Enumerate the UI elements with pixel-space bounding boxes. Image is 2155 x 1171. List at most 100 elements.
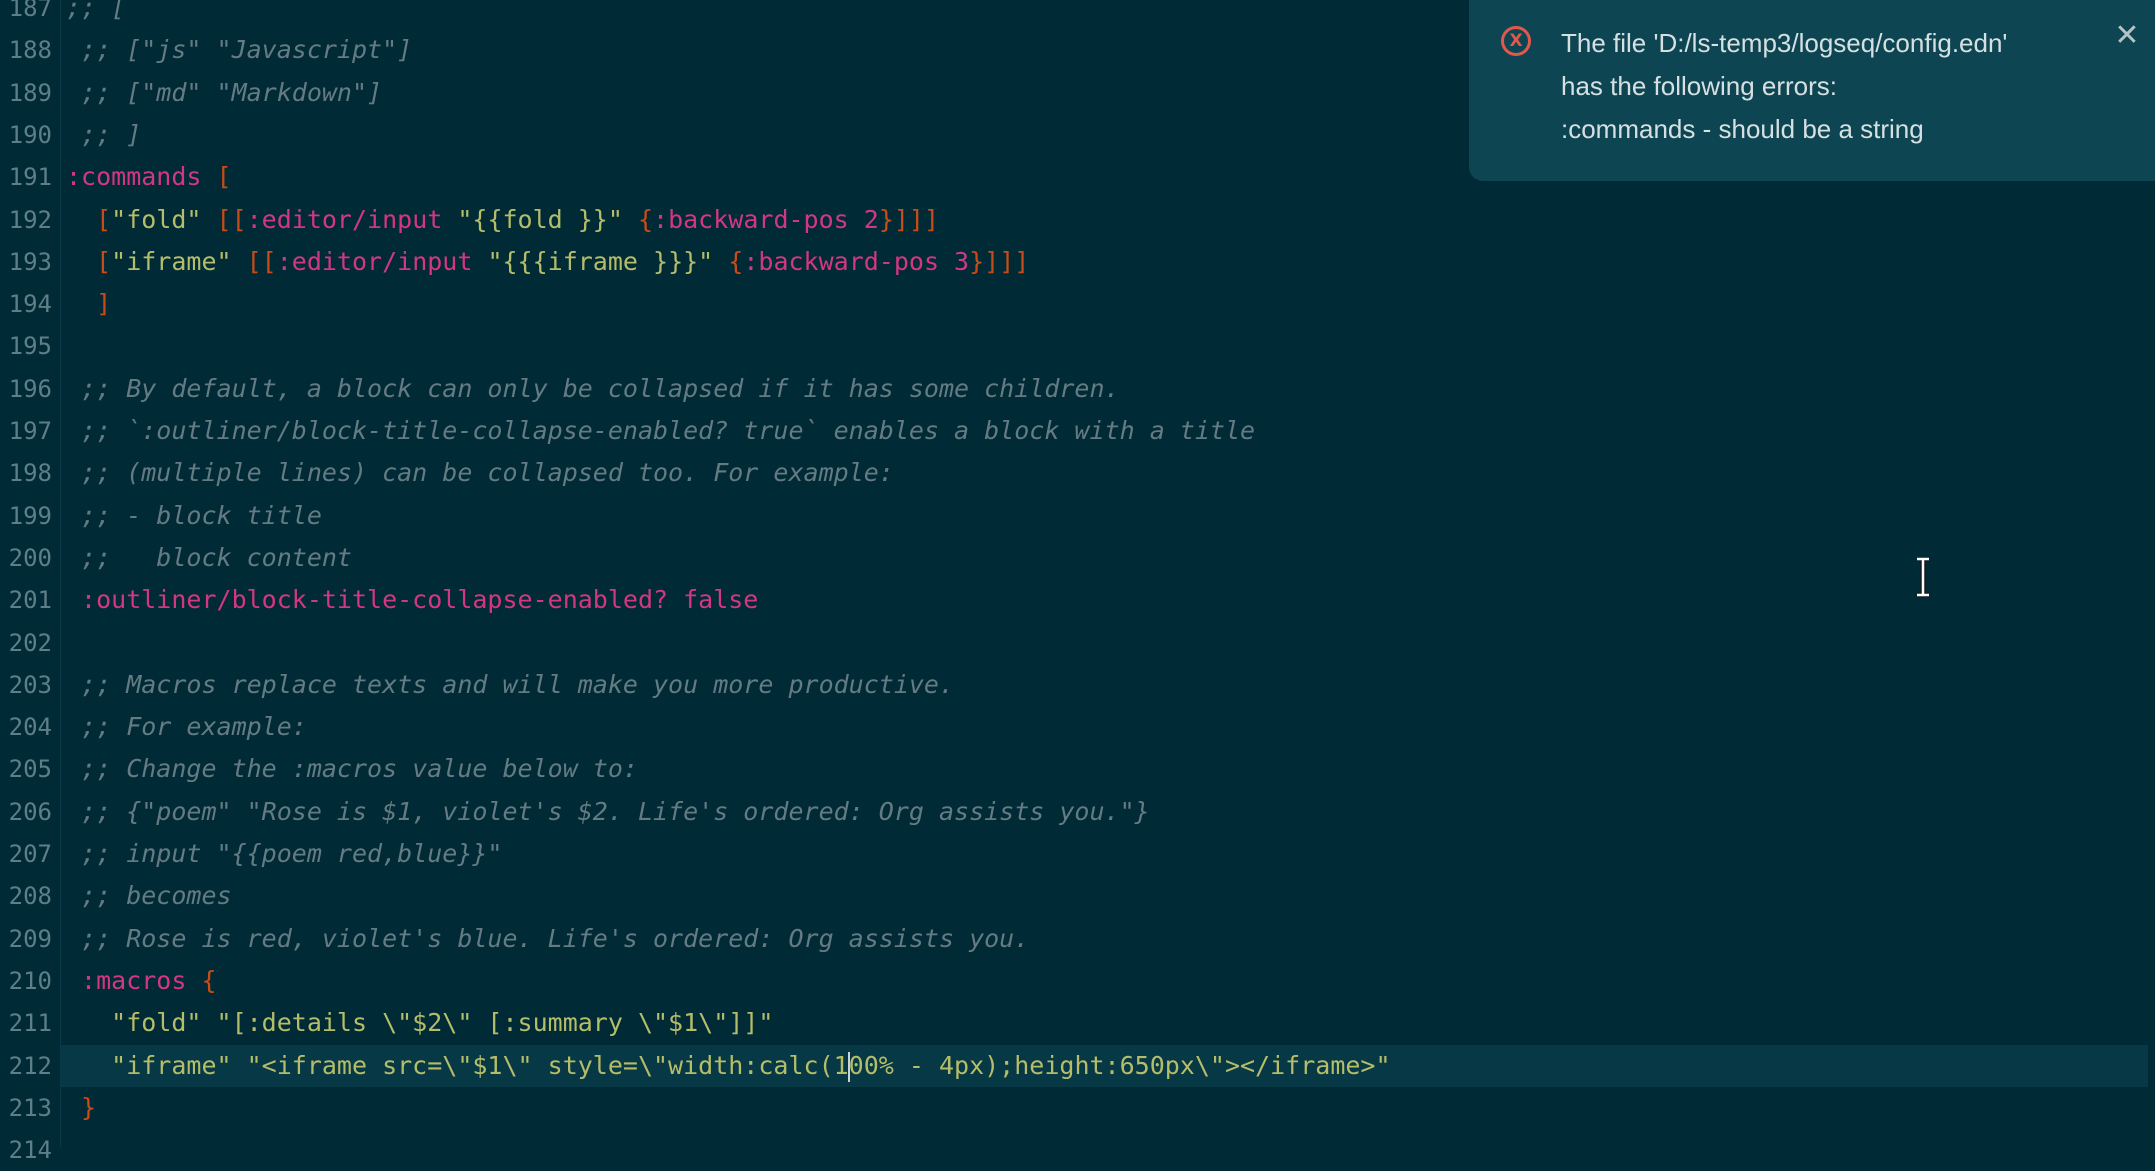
line-number: 201 — [8, 586, 52, 615]
code-line[interactable]: 200 ;; block content — [0, 537, 2148, 579]
code-token: { — [201, 965, 217, 995]
line-number: 208 — [8, 882, 52, 911]
code-token: :backward-pos 2 — [653, 204, 879, 234]
code-token: "iframe" — [111, 246, 247, 276]
line-number: 194 — [8, 290, 52, 319]
code-token: ] — [66, 289, 112, 319]
code-line[interactable]: 213 } — [0, 1087, 2148, 1129]
code-line[interactable]: 205 ;; Change the :macros value below to… — [0, 748, 2148, 790]
code-line[interactable]: 193 ["iframe" [[:editor/input "{{{iframe… — [0, 241, 2148, 283]
line-highlight — [61, 1087, 2148, 1129]
line-code[interactable]: ["iframe" [[:editor/input "{{{iframe }}}… — [66, 241, 1029, 283]
line-number: 213 — [8, 1093, 52, 1122]
code-token: } — [66, 1092, 97, 1122]
line-highlight — [61, 283, 2148, 325]
code-token: }]]] — [878, 204, 940, 234]
line-code[interactable]: :commands [ — [66, 156, 232, 198]
notification-line-errors: has the following errors: — [1561, 71, 1838, 101]
code-line[interactable]: 212 "iframe" "<iframe src=\"$1\" style=\… — [0, 1044, 2148, 1087]
code-token: ;; ["md" "Markdown"] — [66, 77, 383, 107]
line-number: 192 — [8, 205, 52, 234]
line-code[interactable]: ;; `:outliner/block-title-collapse-enabl… — [66, 410, 1255, 452]
code-token: { — [728, 246, 744, 276]
code-token: ;; By default, a block can only be colla… — [66, 373, 1120, 403]
line-code[interactable]: ;; Change the :macros value below to: — [66, 748, 638, 790]
code-token: ;; `:outliner/block-title-collapse-enabl… — [66, 416, 1256, 445]
code-token: :backward-pos 3 — [743, 246, 970, 276]
line-code[interactable]: ;; ["js" "Javascript"] — [66, 29, 412, 71]
code-line[interactable]: 214 — [0, 1129, 2148, 1171]
close-icon[interactable]: ✕ — [2109, 18, 2145, 54]
code-token: :macros — [66, 965, 202, 995]
code-line[interactable]: 194 ] — [0, 283, 2148, 325]
code-line[interactable]: 203 ;; Macros replace texts and will mak… — [0, 664, 2148, 706]
line-code[interactable]: ;; For example: — [66, 706, 307, 748]
code-token: ;; [ — [66, 0, 127, 22]
line-code[interactable]: :outliner/block-title-collapse-enabled? … — [66, 579, 758, 621]
line-number: 189 — [8, 78, 52, 107]
line-code[interactable]: ;; Macros replace texts and will make yo… — [66, 664, 954, 706]
code-line[interactable]: 201 :outliner/block-title-collapse-enabl… — [0, 579, 2148, 621]
code-line[interactable]: 210 :macros { — [0, 960, 2148, 1002]
line-number: 211 — [8, 1009, 52, 1038]
line-code[interactable]: ;; becomes — [66, 875, 232, 917]
line-number: 207 — [8, 840, 52, 868]
line-code[interactable]: ;; By default, a block can only be colla… — [66, 368, 1120, 410]
line-code[interactable]: "fold" "[:details \"$2\" [:summary \"$1\… — [66, 1002, 773, 1044]
code-line[interactable]: 195 — [0, 325, 2148, 367]
line-number: 198 — [8, 459, 52, 488]
code-line[interactable]: 198 ;; (multiple lines) can be collapsed… — [0, 452, 2148, 494]
line-code[interactable]: ;; (multiple lines) can be collapsed too… — [66, 452, 894, 494]
notification-line-file: The file 'D:/ls-temp3/logseq/config.edn' — [1561, 28, 2008, 58]
code-token: { — [637, 204, 654, 234]
code-token: "fold" — [111, 204, 217, 234]
code-line[interactable]: 209 ;; Rose is red, violet's blue. Life'… — [0, 918, 2148, 960]
code-line[interactable]: 197 ;; `:outliner/block-title-collapse-e… — [0, 410, 2148, 452]
line-number: 210 — [8, 966, 52, 995]
line-code[interactable]: ;; [ — [66, 0, 126, 29]
text-cursor-icon — [1917, 557, 1929, 597]
code-line[interactable]: 202 — [0, 622, 2148, 664]
code-line[interactable]: 192 ["fold" [[:editor/input "{{fold }}" … — [0, 199, 2148, 241]
code-token: :outliner/block-title-collapse-enabled? … — [66, 585, 759, 615]
line-number: 214 — [8, 1136, 52, 1165]
line-code[interactable]: "iframe" "<iframe src=\"$1\" style=\"wid… — [66, 1045, 1391, 1087]
code-line[interactable]: 204 ;; For example: — [0, 706, 2148, 748]
code-line[interactable]: 211 "fold" "[:details \"$2\" [:summary \… — [0, 1002, 2148, 1044]
code-line[interactable]: 206 ;; {"poem" "Rose is $1, violet's $2.… — [0, 791, 2148, 833]
line-number: 193 — [8, 247, 52, 276]
code-token: :commands — [66, 162, 217, 192]
line-highlight — [61, 875, 2148, 917]
line-number: 196 — [8, 374, 52, 403]
line-code[interactable]: ;; - block title — [66, 495, 322, 537]
line-code[interactable]: ;; Rose is red, violet's blue. Life's or… — [66, 918, 1029, 960]
line-code[interactable]: ] — [66, 283, 111, 325]
line-code[interactable]: ;; input "{{poem red,blue}}" — [66, 833, 502, 875]
line-code[interactable]: :macros { — [66, 960, 217, 1002]
line-code[interactable]: ["fold" [[:editor/input "{{fold }}" {:ba… — [66, 199, 939, 241]
line-code[interactable]: ;; block content — [66, 537, 352, 579]
code-line[interactable]: 208 ;; becomes — [0, 875, 2148, 917]
line-number: 204 — [8, 713, 52, 742]
code-token: ;; ] — [66, 119, 142, 149]
code-line[interactable]: 196 ;; By default, a block can only be c… — [0, 368, 2148, 410]
line-highlight — [61, 622, 2148, 664]
line-highlight — [61, 325, 2148, 367]
line-number: 199 — [8, 501, 52, 530]
line-number: 209 — [8, 924, 52, 953]
line-code[interactable]: ;; {"poem" "Rose is $1, violet's $2. Lif… — [66, 791, 1150, 833]
line-code[interactable]: } — [66, 1087, 96, 1129]
code-token: ;; - block title — [66, 500, 322, 530]
code-token: :editor/input — [276, 246, 488, 276]
line-highlight — [61, 495, 2148, 537]
line-code[interactable]: ;; ] — [66, 114, 141, 156]
code-line[interactable]: 207 ;; input "{{poem red,blue}}" — [0, 833, 2148, 875]
code-token: 00% - 4px);height:650px\"></iframe>" — [848, 1050, 1391, 1080]
line-code[interactable]: ;; ["md" "Markdown"] — [66, 72, 382, 114]
error-circle-icon: X — [1501, 26, 1531, 56]
code-token: [ — [216, 162, 232, 192]
line-number: 187 — [8, 0, 52, 22]
code-line[interactable]: 199 ;; - block title — [0, 495, 2148, 537]
line-number: 200 — [8, 543, 52, 572]
code-token: [ — [66, 204, 112, 234]
